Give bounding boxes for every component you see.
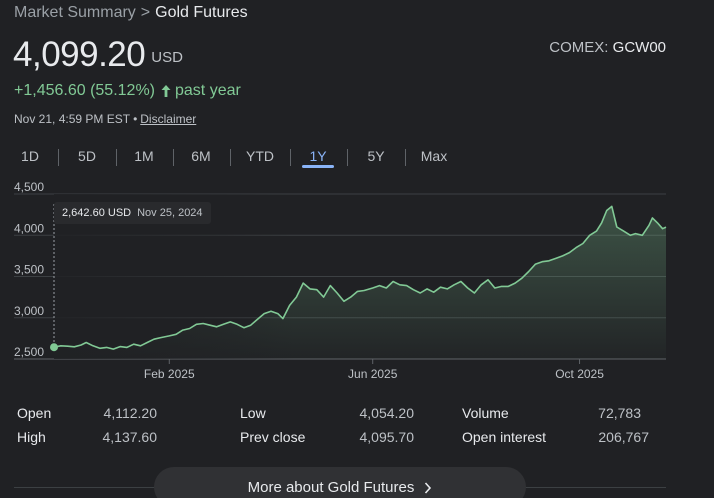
range-tabs: 1D 5D 1M 6M YTD 1Y 5Y Max — [0, 146, 714, 172]
quote-timestamp: Nov 21, 4:59 PM EST • Disclaimer — [14, 112, 196, 126]
x-tick-label: Oct 2025 — [555, 367, 604, 381]
tooltip-value: 2,642.60 USD — [62, 207, 132, 219]
x-tick-label: Jun 2025 — [348, 367, 398, 381]
disclaimer-link[interactable]: Disclaimer — [140, 112, 196, 126]
tab-ytd[interactable]: YTD — [242, 146, 278, 170]
x-tick-label: Feb 2025 — [144, 367, 195, 381]
tab-divider — [116, 149, 117, 166]
tab-max[interactable]: Max — [416, 146, 452, 170]
tab-divider — [405, 149, 406, 166]
tab-divider — [290, 149, 291, 166]
price-currency: USD — [151, 49, 183, 66]
stat-low-label: Low — [240, 405, 266, 421]
tab-divider — [58, 149, 59, 166]
y-tick-label: 4,500 — [14, 182, 44, 194]
exchange-ticker: COMEX: GCW00 — [549, 39, 666, 56]
tab-5y[interactable]: 5Y — [360, 146, 392, 170]
timestamp-text: Nov 21, 4:59 PM EST — [14, 112, 131, 126]
chart-tooltip: 2,642.60 USD Nov 25, 2024 — [54, 202, 211, 224]
tab-5d[interactable]: 5D — [71, 146, 103, 170]
more-about-button[interactable]: More about Gold Futures — [154, 467, 526, 498]
tab-1d[interactable]: 1D — [14, 146, 46, 170]
breadcrumb-market-summary[interactable]: Market Summary — [14, 4, 136, 21]
stat-high-value: 4,137.60 — [102, 429, 158, 445]
current-price: 4,099.20 — [13, 35, 146, 74]
stat-open-interest-value: 206,767 — [598, 429, 649, 445]
breadcrumb: Market Summary > Gold Futures — [14, 4, 248, 22]
arrow-up-icon — [160, 84, 172, 98]
tab-1y[interactable]: 1Y — [302, 146, 334, 170]
tab-divider — [347, 149, 348, 166]
stat-open-value: 4,112.20 — [103, 405, 157, 421]
stat-prev-close-value: 4,095.70 — [359, 429, 415, 445]
tab-6m[interactable]: 6M — [185, 146, 217, 170]
ticker-symbol: GCW00 — [612, 39, 666, 56]
more-about-label: More about Gold Futures — [247, 479, 415, 496]
timestamp-separator: • — [133, 112, 138, 126]
y-tick-label: 3,500 — [14, 263, 44, 277]
y-tick-label: 3,000 — [14, 304, 44, 318]
change-period: past year — [175, 82, 241, 99]
stat-open-label: Open — [17, 405, 52, 421]
y-tick-label: 4,000 — [14, 221, 44, 235]
chevron-right-icon — [424, 481, 432, 495]
stat-high-label: High — [17, 429, 46, 445]
y-tick-label: 2,500 — [14, 345, 44, 359]
price-row: 4,099.20 USD — [13, 36, 183, 74]
stat-prev-close-label: Prev close — [240, 429, 306, 445]
change-value: +1,456.60 (55.12%) — [14, 82, 155, 99]
breadcrumb-separator: > — [140, 4, 151, 21]
tab-1m[interactable]: 1M — [128, 146, 160, 170]
stat-volume-value: 72,783 — [598, 405, 641, 421]
breadcrumb-current: Gold Futures — [155, 4, 248, 21]
exchange-name: COMEX: — [549, 39, 609, 56]
stat-volume-label: Volume — [462, 405, 509, 421]
stat-open-interest-label: Open interest — [462, 429, 547, 445]
tab-divider — [230, 149, 231, 166]
key-stats: Open 4,112.20 High 4,137.60 Low 4,054.20… — [0, 402, 714, 452]
stat-low-value: 4,054.20 — [359, 405, 415, 421]
hover-point — [50, 343, 58, 352]
tooltip-date: Nov 25, 2024 — [137, 207, 203, 219]
price-change: +1,456.60 (55.12%) past year — [14, 82, 241, 100]
tab-divider — [173, 149, 174, 166]
